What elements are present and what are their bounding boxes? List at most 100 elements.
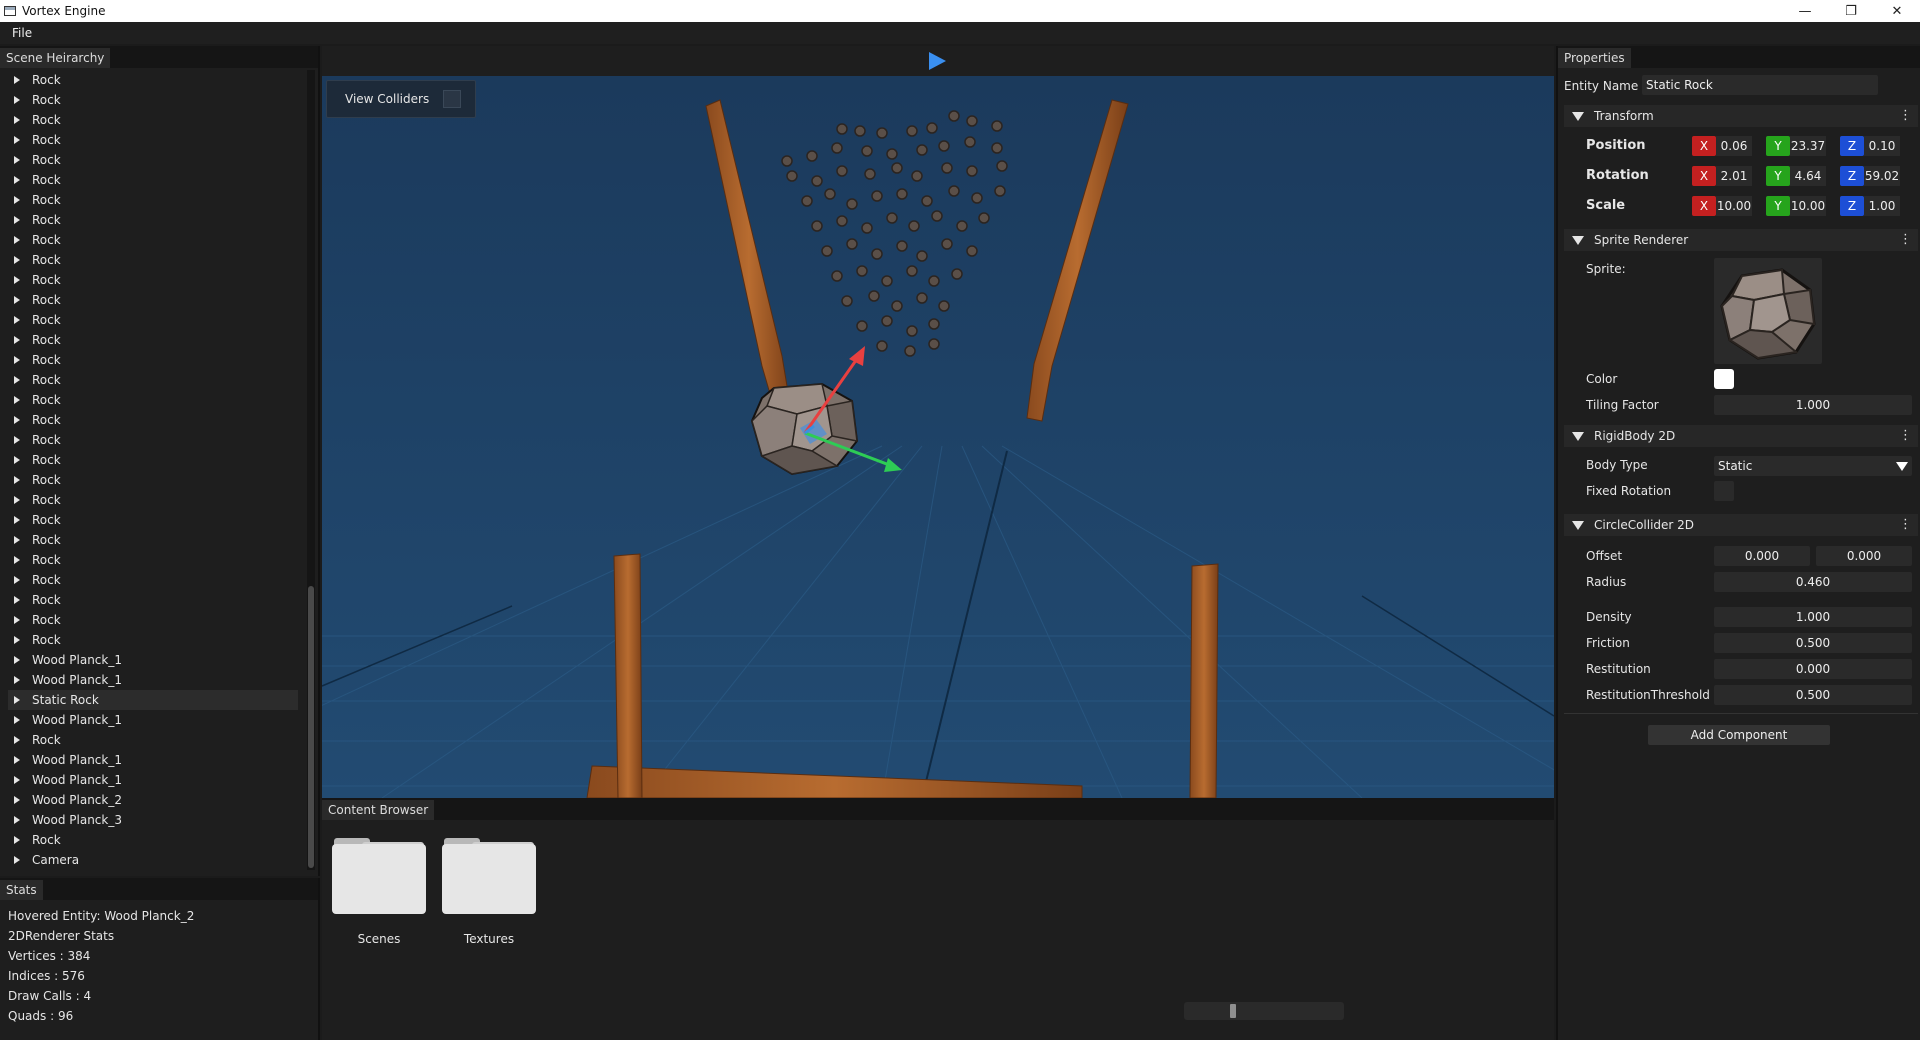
menu-file[interactable]: File [0, 26, 44, 40]
color-swatch[interactable] [1714, 369, 1734, 389]
hierarchy-scrollbar[interactable] [307, 70, 315, 870]
hierarchy-item[interactable]: Wood Planck_1 [0, 710, 306, 730]
hierarchy-item[interactable]: Rock [0, 370, 306, 390]
hierarchy-item[interactable]: Rock [0, 550, 306, 570]
thumbnail-size-slider[interactable] [1184, 1002, 1344, 1020]
hierarchy-item[interactable]: Rock [0, 450, 306, 470]
expand-arrow-icon[interactable] [14, 416, 20, 424]
expand-arrow-icon[interactable] [14, 736, 20, 744]
expand-arrow-icon[interactable] [14, 316, 20, 324]
hierarchy-item[interactable]: Rock [0, 150, 306, 170]
expand-arrow-icon[interactable] [14, 376, 20, 384]
hierarchy-item[interactable]: Rock [0, 350, 306, 370]
hierarchy-item[interactable]: Rock [0, 430, 306, 450]
expand-arrow-icon[interactable] [14, 776, 20, 784]
hierarchy-item[interactable]: Rock [0, 470, 306, 490]
expand-arrow-icon[interactable] [14, 176, 20, 184]
hierarchy-item[interactable]: Rock [0, 270, 306, 290]
hierarchy-item[interactable]: Rock [0, 90, 306, 110]
rigidbody-header[interactable]: RigidBody 2D ⋮ [1564, 425, 1918, 447]
scale-y-field[interactable]: 10.00 [1790, 196, 1826, 216]
folder-scenes[interactable]: Scenes [332, 838, 426, 946]
play-icon[interactable] [926, 50, 948, 72]
expand-arrow-icon[interactable] [14, 816, 20, 824]
hierarchy-scrollbar-thumb[interactable] [308, 586, 314, 868]
expand-arrow-icon[interactable] [14, 356, 20, 364]
wood-planck-side-right[interactable] [1189, 563, 1219, 798]
scale-y-button[interactable]: Y [1766, 196, 1790, 216]
expand-arrow-icon[interactable] [14, 856, 20, 864]
expand-arrow-icon[interactable] [14, 596, 20, 604]
expand-arrow-icon[interactable] [14, 76, 20, 84]
hierarchy-item[interactable]: Rock [0, 490, 306, 510]
wood-planck-side-left[interactable] [613, 553, 643, 798]
hierarchy-item[interactable]: Wood Planck_1 [0, 670, 306, 690]
hierarchy-item[interactable]: Rock [0, 570, 306, 590]
rotation-x-field[interactable]: 2.01 [1716, 166, 1752, 186]
scale-z-field[interactable]: 1.00 [1864, 196, 1900, 216]
rotation-z-field[interactable]: 59.02 [1864, 166, 1900, 186]
expand-arrow-icon[interactable] [14, 136, 20, 144]
rigidbody-menu-icon[interactable]: ⋮ [1899, 425, 1912, 447]
hierarchy-item[interactable]: Rock [0, 290, 306, 310]
add-component-button[interactable]: Add Component [1648, 725, 1830, 745]
expand-arrow-icon[interactable] [14, 476, 20, 484]
expand-arrow-icon[interactable] [14, 796, 20, 804]
hierarchy-item[interactable]: Rock [0, 630, 306, 650]
view-colliders-checkbox[interactable] [443, 90, 462, 108]
hierarchy-item[interactable]: Camera [0, 850, 306, 870]
offset-y-field[interactable]: 0.000 [1816, 546, 1912, 566]
expand-arrow-icon[interactable] [14, 436, 20, 444]
scale-x-button[interactable]: X [1692, 196, 1716, 216]
entity-name-input[interactable]: Static Rock [1642, 75, 1878, 95]
expand-arrow-icon[interactable] [14, 216, 20, 224]
friction-field[interactable]: 0.500 [1714, 633, 1912, 653]
rotation-z-button[interactable]: Z [1840, 166, 1864, 186]
expand-arrow-icon[interactable] [14, 556, 20, 564]
hierarchy-item[interactable]: Rock [0, 510, 306, 530]
restore-button[interactable]: ❐ [1828, 0, 1874, 22]
expand-arrow-icon[interactable] [14, 196, 20, 204]
position-y-button[interactable]: Y [1766, 136, 1790, 156]
rotation-y-button[interactable]: Y [1766, 166, 1790, 186]
hierarchy-item[interactable]: Rock [0, 230, 306, 250]
expand-arrow-icon[interactable] [14, 256, 20, 264]
rotation-x-button[interactable]: X [1692, 166, 1716, 186]
sprite-thumbnail[interactable] [1714, 258, 1822, 364]
scene-viewport[interactable]: View Colliders [322, 76, 1554, 798]
minimize-button[interactable]: — [1782, 0, 1828, 22]
expand-arrow-icon[interactable] [14, 756, 20, 764]
hierarchy-item[interactable]: Rock [0, 250, 306, 270]
hierarchy-item[interactable]: Rock [0, 210, 306, 230]
scale-x-field[interactable]: 10.00 [1716, 196, 1752, 216]
hierarchy-item[interactable]: Rock [0, 70, 306, 90]
fixed-rotation-checkbox[interactable] [1714, 481, 1734, 501]
hierarchy-item[interactable]: Wood Planck_1 [0, 770, 306, 790]
circle-collider-menu-icon[interactable]: ⋮ [1899, 514, 1912, 536]
expand-arrow-icon[interactable] [14, 836, 20, 844]
expand-arrow-icon[interactable] [14, 156, 20, 164]
offset-x-field[interactable]: 0.000 [1714, 546, 1810, 566]
hierarchy-item[interactable]: Rock [0, 310, 306, 330]
expand-arrow-icon[interactable] [14, 696, 20, 704]
folder-textures[interactable]: Textures [442, 838, 536, 946]
hierarchy-item[interactable]: Rock [0, 170, 306, 190]
hierarchy-item[interactable]: Rock [0, 410, 306, 430]
hierarchy-item[interactable]: Wood Planck_3 [0, 810, 306, 830]
hierarchy-item[interactable]: Rock [0, 110, 306, 130]
body-type-select[interactable]: Static [1714, 456, 1912, 476]
transform-header[interactable]: Transform ⋮ [1564, 105, 1918, 127]
density-field[interactable]: 1.000 [1714, 607, 1912, 627]
hierarchy-item[interactable]: Rock [0, 190, 306, 210]
sprite-renderer-menu-icon[interactable]: ⋮ [1899, 229, 1912, 251]
sprite-renderer-header[interactable]: Sprite Renderer ⋮ [1564, 229, 1918, 251]
expand-arrow-icon[interactable] [14, 616, 20, 624]
transform-menu-icon[interactable]: ⋮ [1899, 105, 1912, 127]
tab-scene-hierarchy[interactable]: Scene Heirarchy [0, 48, 111, 68]
rotation-y-field[interactable]: 4.64 [1790, 166, 1826, 186]
expand-arrow-icon[interactable] [14, 236, 20, 244]
expand-arrow-icon[interactable] [14, 396, 20, 404]
expand-arrow-icon[interactable] [14, 336, 20, 344]
restitution-threshold-field[interactable]: 0.500 [1714, 685, 1912, 705]
hierarchy-item[interactable]: Rock [0, 330, 306, 350]
